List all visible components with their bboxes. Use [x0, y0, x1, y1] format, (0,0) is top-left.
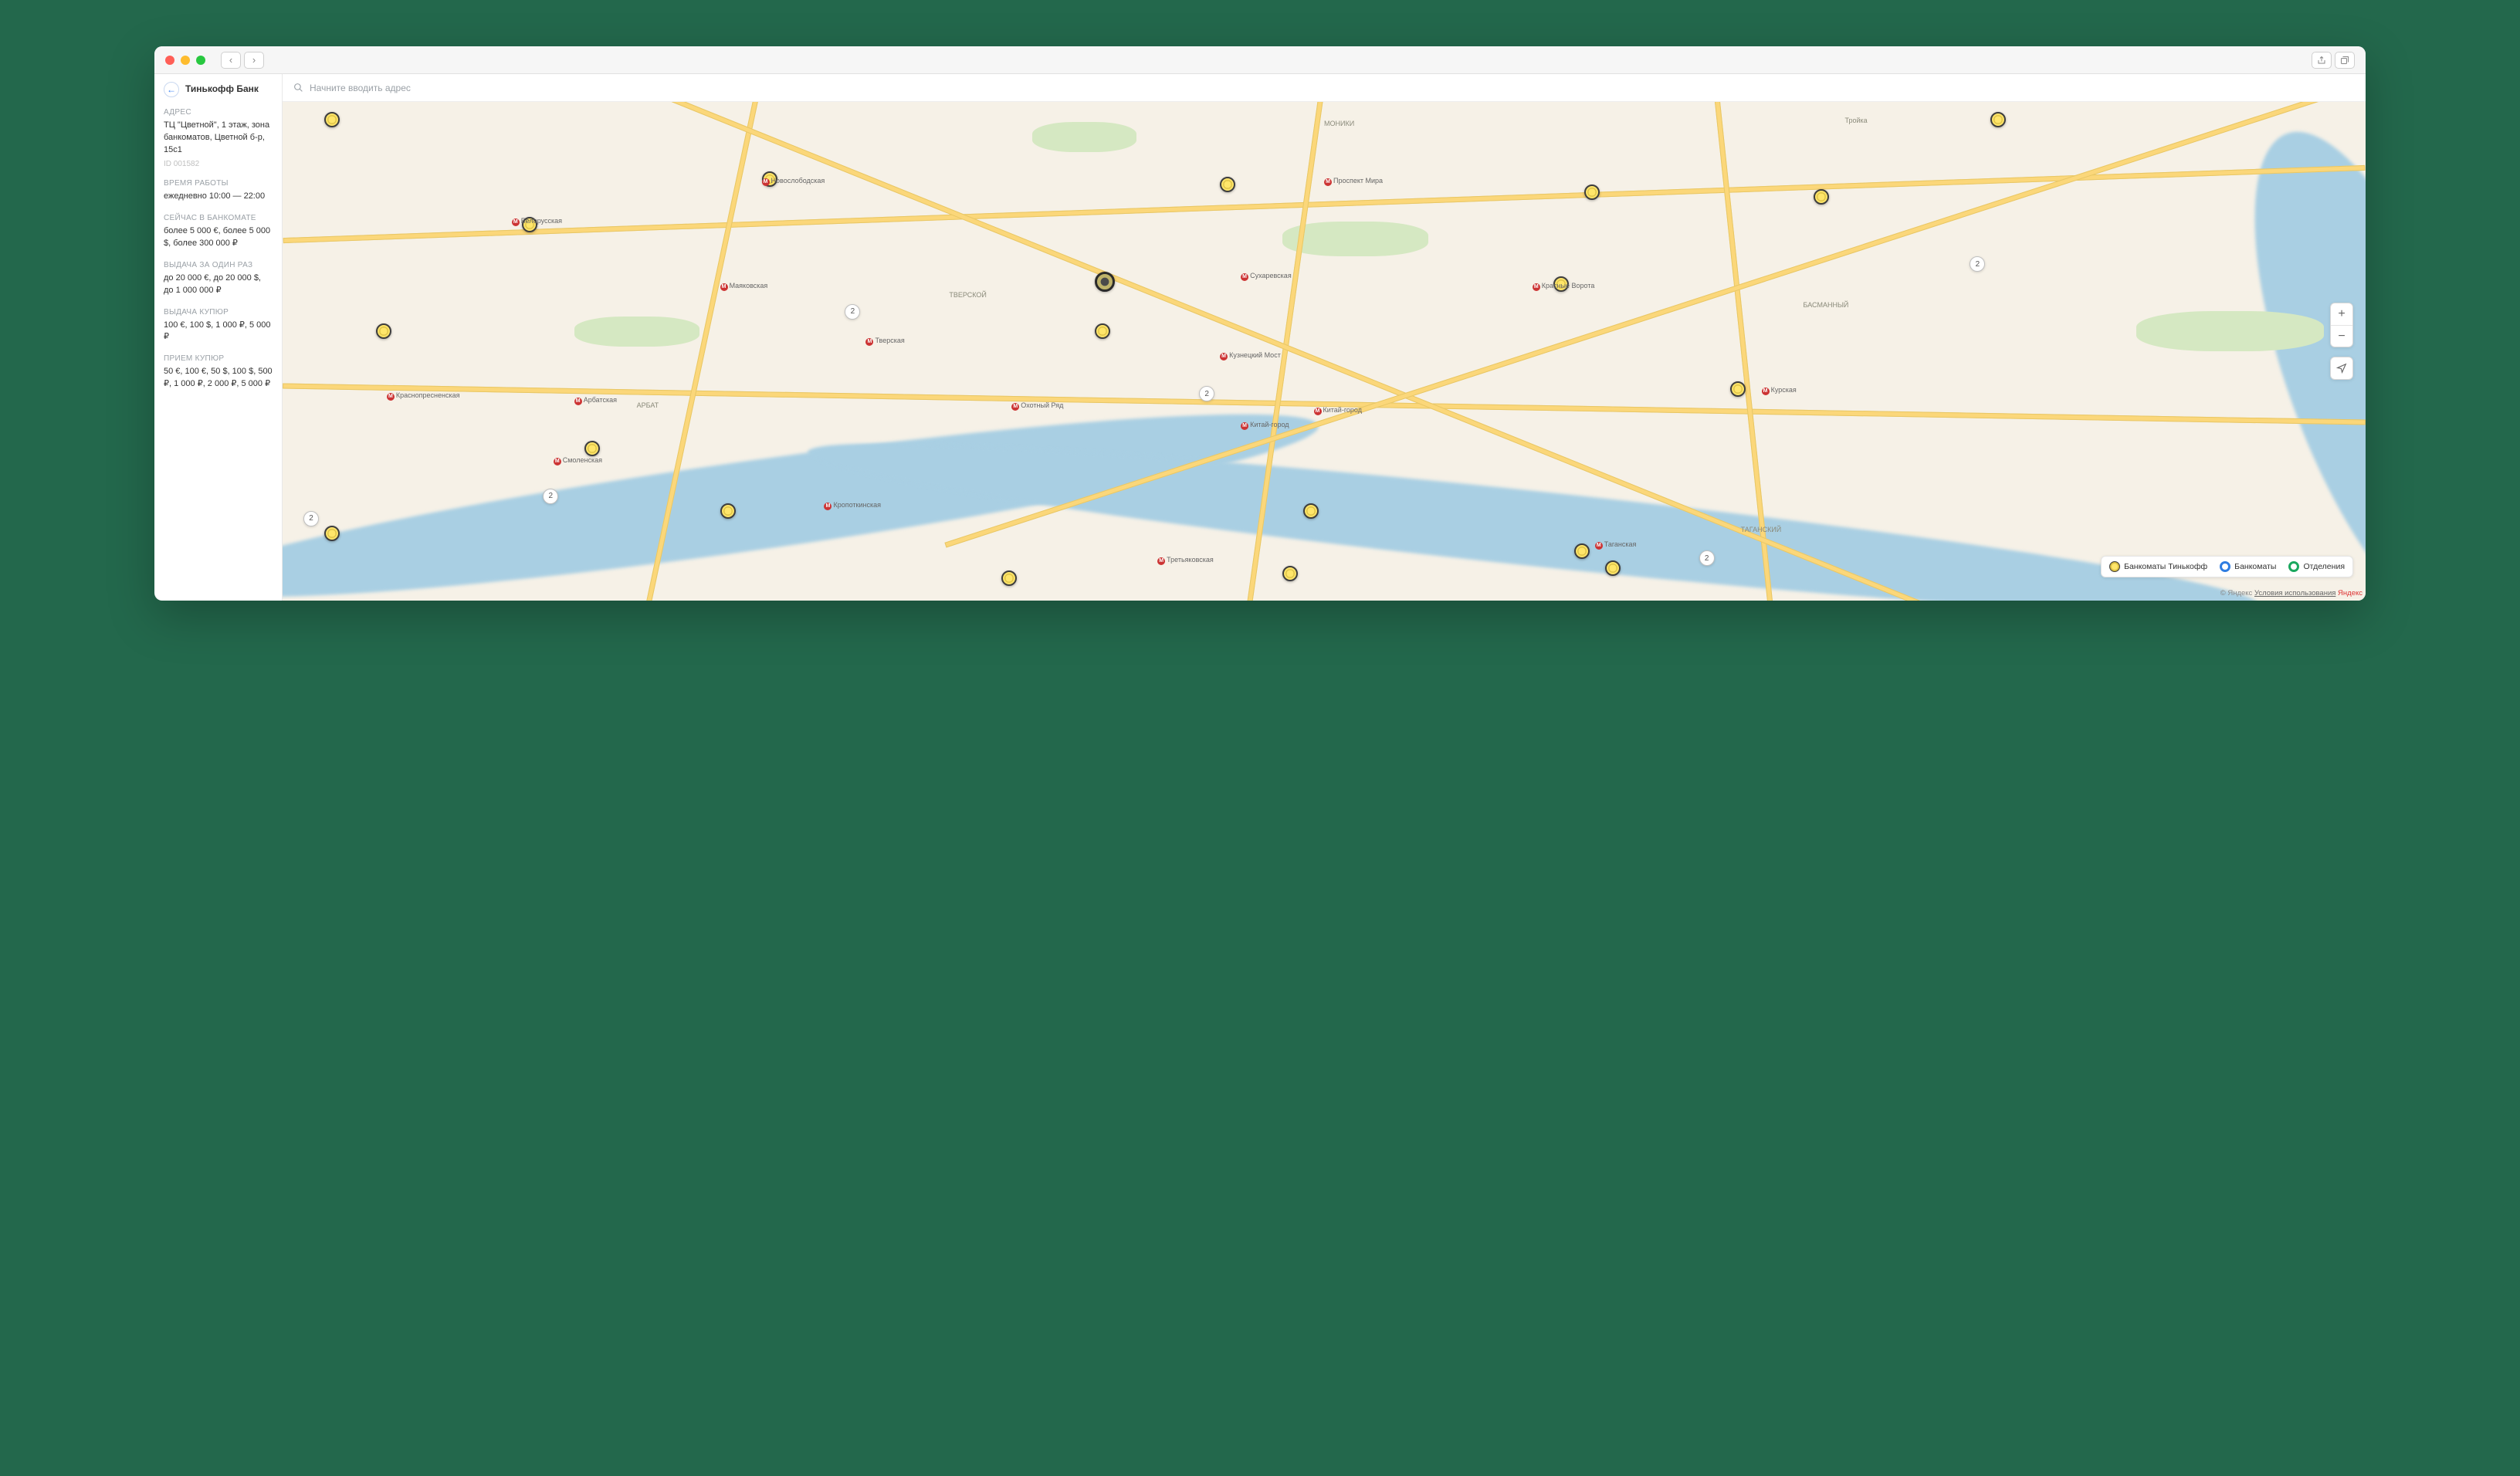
map-cluster[interactable]: 2: [1970, 256, 1985, 272]
locate-icon: [2336, 363, 2347, 374]
map-pin[interactable]: [324, 526, 340, 541]
address-value: ТЦ "Цветной", 1 этаж, зона банкоматов, Ц…: [164, 120, 273, 157]
balance-label: СЕЙЧАС В БАНКОМАТЕ: [164, 214, 273, 222]
attribution: © Яндекс Условия использования Яндекс: [2220, 589, 2362, 598]
metro-label: Маяковская: [720, 282, 768, 291]
legend-branch-icon: [2288, 561, 2299, 572]
address-label: АДРЕС: [164, 108, 273, 117]
legend: Банкоматы Тинькофф Банкоматы Отделения: [2101, 556, 2353, 577]
metro-label: Проспект Мира: [1324, 177, 1383, 186]
legend-tinkoff-icon: [2109, 561, 2120, 572]
map-label: БАСМАННЫЙ: [1804, 301, 1849, 309]
denom-in-value: 50 €, 100 €, 50 $, 100 $, 500 ₽, 1 000 ₽…: [164, 366, 273, 391]
nav-back-button[interactable]: ‹: [221, 52, 241, 69]
balance-value: более 5 000 €, более 5 000 $, более 300 …: [164, 225, 273, 250]
close-icon[interactable]: [165, 56, 174, 65]
minimize-icon[interactable]: [181, 56, 190, 65]
map-pin-selected[interactable]: [1095, 272, 1115, 292]
metro-label: Курская: [1762, 386, 1797, 395]
map-pin[interactable]: [1814, 189, 1829, 205]
map-label: АРБАТ: [637, 401, 659, 409]
once-label: ВЫДАЧА ЗА ОДИН РАЗ: [164, 261, 273, 269]
metro-label: Таганская: [1595, 540, 1637, 550]
tabs-button[interactable]: [2335, 52, 2355, 69]
app-window: ‹ › ← Тинькофф Банк АДРЕС ТЦ "Цветной", …: [154, 46, 2366, 601]
metro-label: Охотный Ряд: [1011, 401, 1063, 411]
metro-label: Красные Ворота: [1533, 282, 1595, 291]
nav-arrows: ‹ ›: [221, 52, 264, 69]
map-pin[interactable]: [324, 112, 340, 127]
metro-label: Сухаревская: [1241, 272, 1292, 281]
sidebar: ← Тинькофф Банк АДРЕС ТЦ "Цветной", 1 эт…: [154, 74, 283, 601]
map-pin[interactable]: [1220, 177, 1235, 192]
page-title: Тинькофф Банк: [185, 83, 259, 96]
map-cluster[interactable]: 2: [1699, 550, 1715, 566]
map-pin[interactable]: [1303, 503, 1319, 519]
map-pin[interactable]: [720, 503, 736, 519]
traffic-lights: [165, 56, 205, 65]
search-icon: [293, 83, 303, 93]
search-bar: [283, 74, 2366, 102]
legend-tinkoff-label: Банкоматы Тинькофф: [2124, 562, 2207, 571]
map-pin[interactable]: [1001, 570, 1017, 586]
map-label: МОНИКИ: [1324, 120, 1354, 127]
metro-label: Китай-город: [1314, 406, 1362, 415]
map-pin[interactable]: [1282, 566, 1298, 581]
zoom-control: + −: [2330, 303, 2353, 347]
zoom-out-button[interactable]: −: [2331, 325, 2352, 347]
nav-fwd-button[interactable]: ›: [244, 52, 264, 69]
maximize-icon[interactable]: [196, 56, 205, 65]
content: ← Тинькофф Банк АДРЕС ТЦ "Цветной", 1 эт…: [154, 74, 2366, 601]
legend-branch-label: Отделения: [2303, 562, 2345, 571]
hours-value: ежедневно 10:00 — 22:00: [164, 191, 273, 203]
map-label: ТВЕРСКОЙ: [949, 291, 987, 299]
map-pin[interactable]: [376, 323, 391, 339]
metro-label: Китай-город: [1241, 421, 1289, 430]
back-button[interactable]: ←: [164, 82, 179, 97]
hours-label: ВРЕМЯ РАБОТЫ: [164, 179, 273, 188]
map-pin[interactable]: [1730, 381, 1746, 397]
legend-atm-label: Банкоматы: [2234, 562, 2276, 571]
map-canvas[interactable]: + − Банкоматы Тинькофф Банкоматы Отделен…: [283, 102, 2366, 601]
metro-label: Тверская: [865, 337, 904, 346]
metro-label: Новослободская: [762, 177, 825, 186]
zoom-in-button[interactable]: +: [2331, 303, 2352, 325]
map-cluster[interactable]: 2: [543, 489, 558, 504]
metro-label: Арбатская: [574, 396, 617, 405]
map-pin[interactable]: [1584, 184, 1600, 200]
denom-out-value: 100 €, 100 $, 1 000 ₽, 5 000 ₽: [164, 320, 273, 344]
map-pin[interactable]: [1574, 543, 1590, 559]
metro-label: Кропоткинская: [824, 501, 881, 510]
legend-atm-icon: [2220, 561, 2230, 572]
map-pin[interactable]: [1095, 323, 1110, 339]
map-label: Тройка: [1845, 117, 1868, 124]
share-button[interactable]: [2312, 52, 2332, 69]
locate-button[interactable]: [2330, 357, 2353, 380]
atm-id: ID 001582: [164, 160, 273, 168]
metro-label: Третьяковская: [1157, 556, 1214, 565]
metro-label: Смоленская: [554, 456, 602, 465]
denom-in-label: ПРИЕМ КУПЮР: [164, 354, 273, 363]
once-value: до 20 000 €, до 20 000 $, до 1 000 000 ₽: [164, 273, 273, 297]
denom-out-label: ВЫДАЧА КУПЮР: [164, 308, 273, 317]
map-cluster[interactable]: 2: [845, 304, 860, 320]
map-pin[interactable]: [584, 441, 600, 456]
metro-label: Краснопресненская: [387, 391, 460, 401]
main: + − Банкоматы Тинькофф Банкоматы Отделен…: [283, 74, 2366, 601]
map-cluster[interactable]: 2: [303, 511, 319, 526]
titlebar: ‹ ›: [154, 46, 2366, 74]
map-pin[interactable]: [1990, 112, 2006, 127]
metro-label: Белорусская: [512, 217, 562, 226]
terms-link[interactable]: Условия использования: [2254, 589, 2335, 598]
search-input[interactable]: [310, 83, 2355, 93]
metro-label: Кузнецкий Мост: [1220, 351, 1281, 361]
